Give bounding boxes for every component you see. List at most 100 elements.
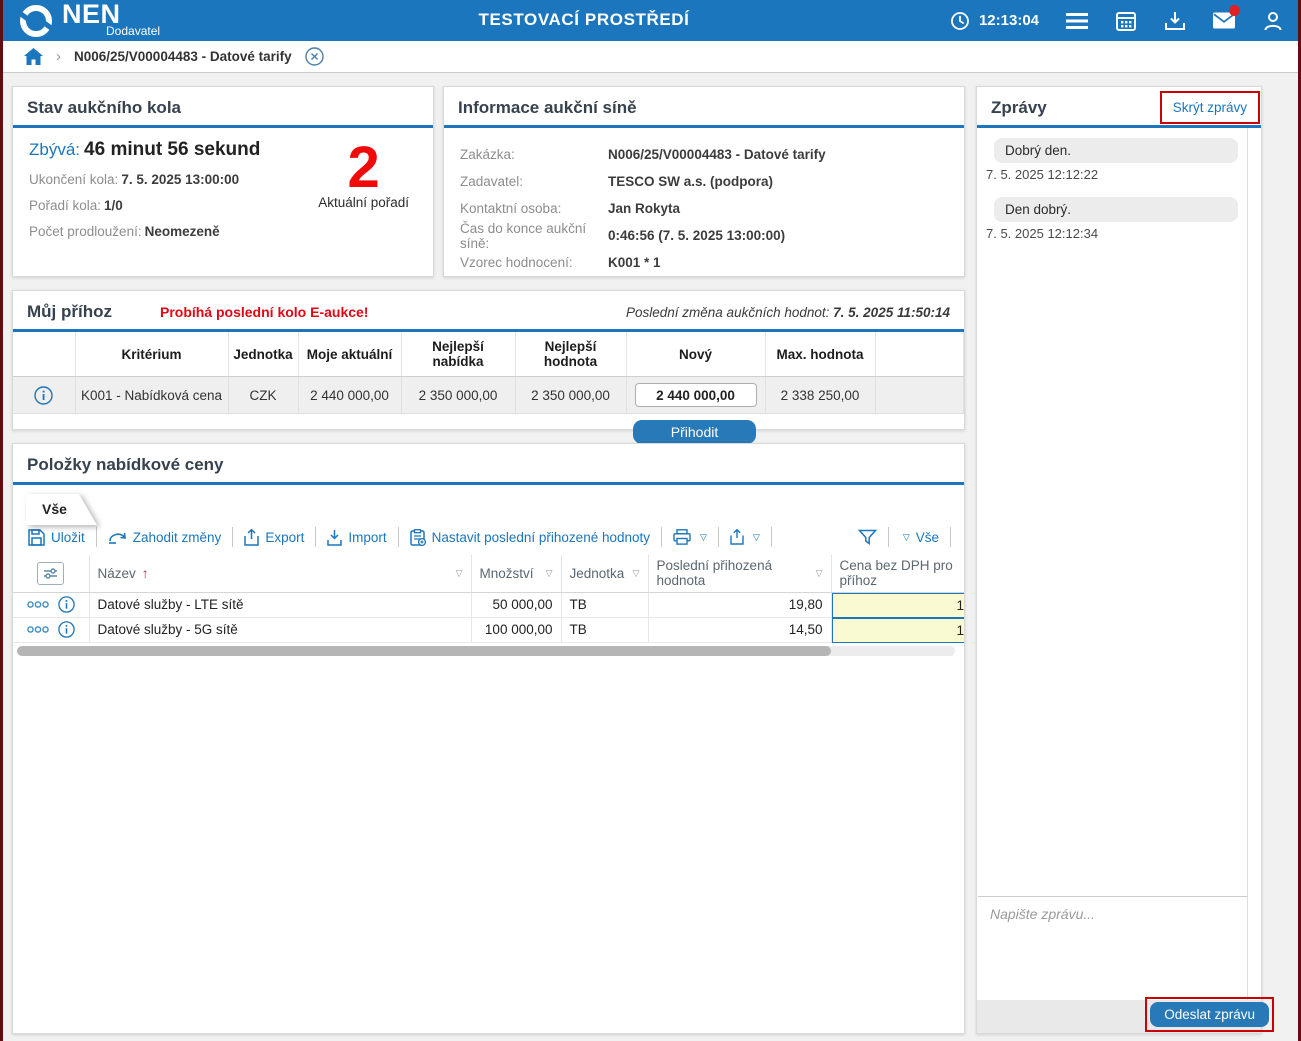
home-icon[interactable] — [24, 48, 43, 65]
extensions-count: Počet prodloužení:Neomezeně — [29, 224, 417, 239]
current-rank: 2 Aktuální pořadí — [318, 142, 409, 210]
my-bid-table: Kritérium Jednotka Moje aktuální Nejlepš… — [13, 332, 964, 414]
col-header-mnozstvi[interactable]: Množství▽ — [471, 555, 561, 592]
close-tab-icon[interactable] — [305, 47, 324, 66]
jednotka-filter-icon[interactable]: ▽ — [633, 568, 640, 579]
clock-time: 12:13:04 — [979, 12, 1039, 29]
filter-icon[interactable] — [847, 527, 888, 547]
row-info-icon[interactable] — [58, 621, 75, 638]
cell-nejlepsi-hodnota: 2 350 000,00 — [515, 377, 626, 414]
new-bid-input[interactable] — [635, 383, 757, 407]
price-items-panel: Položky nabídkové ceny Vše Uložit Zahodi… — [12, 443, 965, 1034]
current-rank-number: 2 — [318, 142, 409, 194]
tab-all[interactable]: Vše — [26, 494, 97, 525]
row-menu-icon[interactable] — [27, 601, 49, 608]
save-button[interactable]: Uložit — [26, 527, 97, 547]
price-input[interactable]: 1 — [832, 618, 966, 643]
mail-icon[interactable] — [1213, 10, 1235, 32]
row-menu-icon[interactable] — [27, 626, 49, 633]
cell-nazev: Datové služby - 5G sítě — [89, 617, 471, 642]
info-row-contact-person: Kontaktní osoba:Jan Rokyta — [460, 195, 948, 222]
hide-messages-button[interactable]: Skrýt zprávy — [1160, 91, 1260, 124]
auction-info-title: Informace aukční síně — [458, 98, 637, 117]
col-header-jednotka[interactable]: Jednotka — [228, 332, 298, 377]
nazev-filter-icon[interactable]: ▽ — [456, 568, 463, 579]
price-input[interactable]: 1 — [832, 593, 966, 618]
print-dropdown-icon[interactable]: ▽ — [700, 532, 707, 543]
auction-state-panel: Stav aukčního kola Zbývá:46 minut 56 sek… — [12, 86, 434, 277]
cell-jednotka: CZK — [228, 377, 298, 414]
table-row: Datové služby - 5G sítě 100 000,00 TB 14… — [13, 617, 965, 642]
cell-jednotka: TB — [561, 617, 648, 642]
print-button[interactable]: ▽ — [662, 527, 719, 547]
cell-mnozstvi: 50 000,00 — [471, 592, 561, 617]
horizontal-scrollbar[interactable] — [17, 646, 960, 656]
mail-badge — [1229, 5, 1240, 16]
col-header-jednotka[interactable]: Jednotka▽ — [561, 555, 648, 592]
discard-changes-button[interactable]: Zahodit změny — [97, 527, 234, 547]
col-header-empty — [13, 332, 75, 377]
export-button[interactable]: Export — [233, 527, 316, 547]
set-last-bid-values-button[interactable]: Nastavit poslední přihozené hodnoty — [399, 527, 662, 547]
col-header-nazev[interactable]: Název↑▽ — [89, 555, 471, 592]
list-item: Den dobrý. 7. 5. 2025 12:12:34 — [985, 197, 1238, 241]
import-button[interactable]: Import — [316, 527, 398, 547]
view-filter-dropdown-icon[interactable]: ▽ — [903, 532, 910, 543]
col-header-posledni[interactable]: Poslední přihozená hodnota▽ — [648, 555, 831, 592]
cell-novy — [626, 377, 765, 414]
my-bid-panel: Můj příhoz Probíhá poslední kolo E-aukce… — [12, 290, 965, 430]
user-icon[interactable] — [1262, 10, 1284, 32]
send-annotation-box: Odeslat zprávu — [1145, 997, 1274, 1032]
cell-cena-input: 1 — [831, 592, 965, 617]
menu-icon[interactable] — [1066, 10, 1088, 32]
message-input[interactable] — [978, 896, 1248, 1000]
info-row-contract: Zakázka:N006/25/V00004483 - Datové tarif… — [460, 141, 948, 168]
col-header-empty2 — [875, 332, 964, 377]
table-row: K001 - Nabídková cena CZK 2 440 000,00 2… — [13, 377, 964, 414]
col-header-nejlepsi-nabidka[interactable]: Nejlepší nabídka — [401, 332, 515, 377]
info-row-time-to-end: Čas do konce aukční síně:0:46:56 (7. 5. … — [460, 222, 948, 249]
table-row: Datové služby - LTE sítě 50 000,00 TB 19… — [13, 592, 965, 617]
row-icons — [13, 592, 89, 617]
calendar-icon[interactable] — [1115, 10, 1137, 32]
col-settings-header — [13, 555, 89, 592]
cell-moje-aktualni: 2 440 000,00 — [298, 377, 401, 414]
info-row-evaluation-formula: Vzorec hodnocení:K001 * 1 — [460, 249, 948, 276]
brand-role: Dodavatel — [106, 24, 160, 38]
row-icons — [13, 617, 89, 642]
server-clock: 12:13:04 — [949, 10, 1039, 32]
col-header-novy[interactable]: Nový — [626, 332, 765, 377]
col-header-nejlepsi-hodnota[interactable]: Nejlepší hodnota — [515, 332, 626, 377]
column-settings-icon[interactable] — [37, 562, 64, 585]
criterion-info-icon[interactable] — [13, 377, 75, 414]
current-rank-label: Aktuální pořadí — [318, 195, 409, 210]
cell-posledni: 14,50 — [648, 617, 831, 642]
cell-nazev: Datové služby - LTE sítě — [89, 592, 471, 617]
breadcrumb-item[interactable]: N006/25/V00004483 - Datové tarify — [74, 49, 292, 64]
cell-empty — [875, 377, 964, 414]
col-header-cena[interactable]: Cena bez DPH pro příhoz — [831, 555, 965, 592]
nen-logo[interactable]: NEN Dodavatel — [17, 2, 160, 40]
cell-cena-input: 1 — [831, 617, 965, 642]
row-info-icon[interactable] — [58, 596, 75, 613]
send-message-button[interactable]: Odeslat zprávu — [1150, 1002, 1269, 1027]
top-bar: NEN Dodavatel TESTOVACÍ PROSTŘEDÍ 12:13:… — [3, 0, 1298, 41]
posledni-filter-icon[interactable]: ▽ — [816, 568, 823, 579]
brand-name: NEN — [62, 2, 160, 26]
message-timestamp: 7. 5. 2025 12:12:34 — [986, 226, 1238, 241]
col-header-moje-aktualni[interactable]: Moje aktuální — [298, 332, 401, 377]
view-filter-all[interactable]: ▽ Vše — [888, 527, 951, 547]
share-button[interactable]: ▽ — [719, 527, 772, 547]
col-header-kriterium[interactable]: Kritérium — [75, 332, 228, 377]
inbox-download-icon[interactable] — [1164, 10, 1186, 32]
messages-title: Zprávy — [991, 98, 1047, 117]
scrollbar-thumb[interactable] — [17, 646, 831, 656]
mnozstvi-filter-icon[interactable]: ▽ — [546, 568, 553, 579]
auction-state-title: Stav aukčního kola — [27, 98, 181, 117]
cell-max-hodnota: 2 338 250,00 — [765, 377, 875, 414]
place-bid-button[interactable]: Přihodit — [633, 420, 756, 444]
cell-mnozstvi: 100 000,00 — [471, 617, 561, 642]
col-header-max-hodnota[interactable]: Max. hodnota — [765, 332, 875, 377]
items-table: Název↑▽ Množství▽ Jednotka▽ Poslední při… — [13, 555, 965, 643]
share-dropdown-icon[interactable]: ▽ — [753, 532, 760, 543]
